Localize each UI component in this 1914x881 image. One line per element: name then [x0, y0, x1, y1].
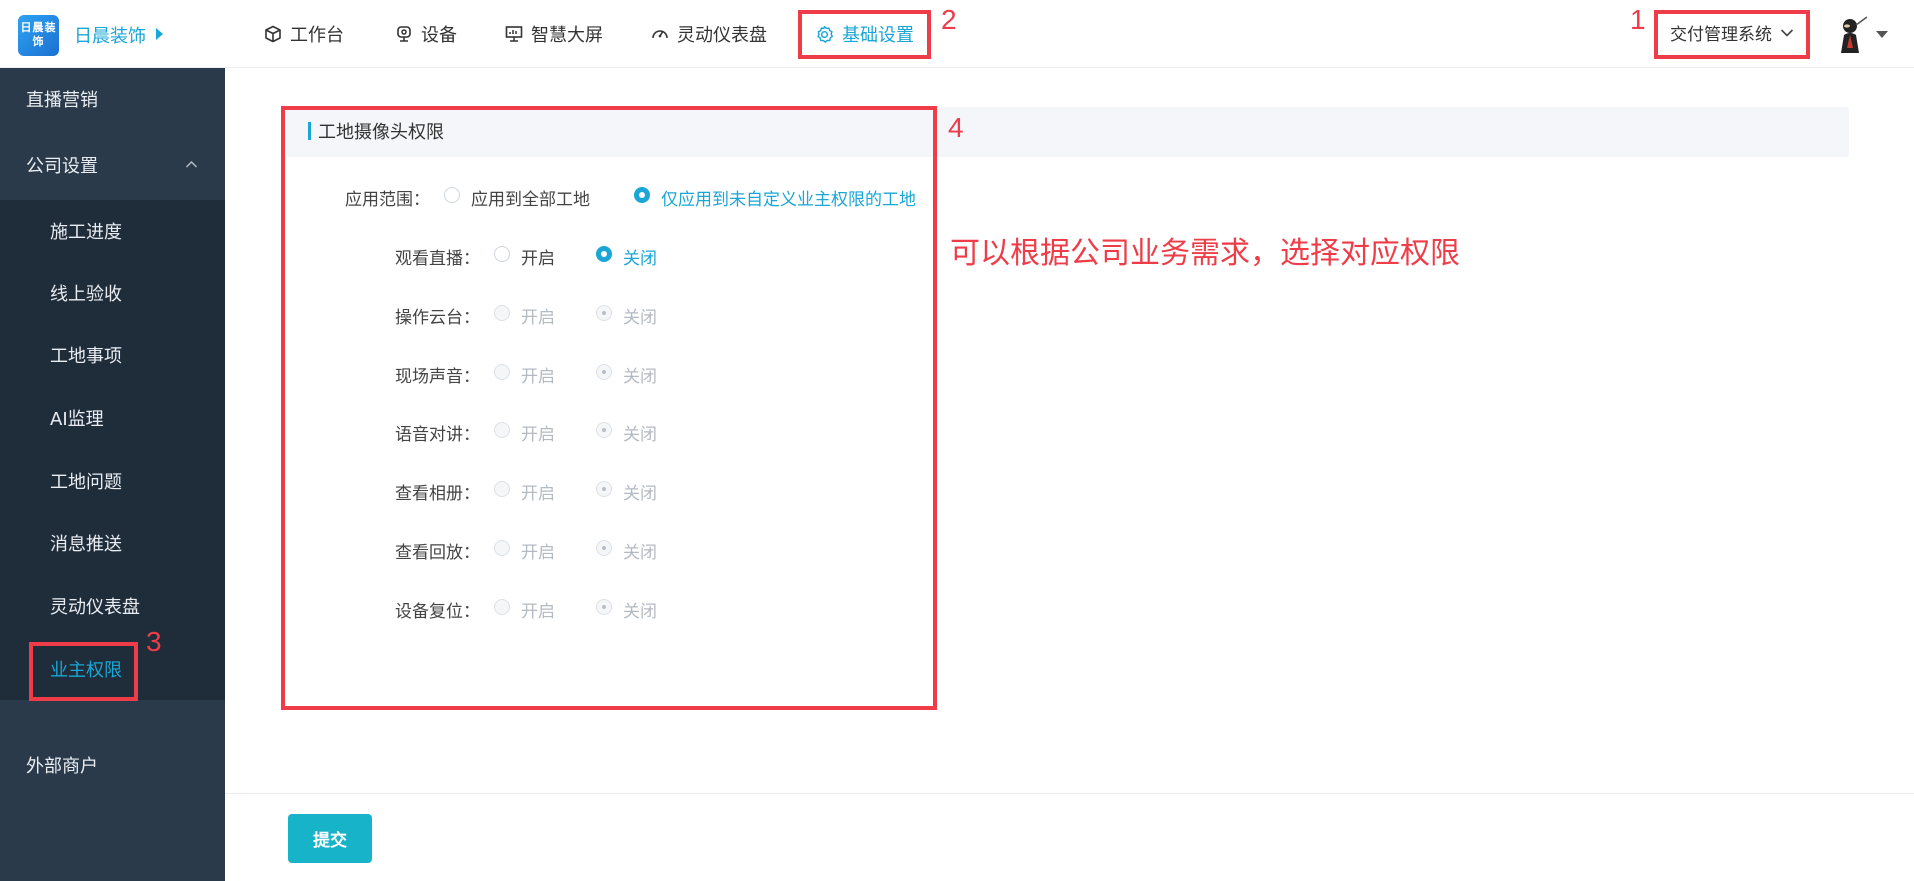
sidebar-item-label: 直播营销 — [26, 90, 98, 111]
submit-button[interactable]: 提交 — [288, 814, 372, 863]
nav-device[interactable]: 设备 — [395, 19, 457, 49]
annotation-note: 可以根据公司业务需求，选择对应权限 — [950, 236, 1460, 271]
sidebar-subitem-construction-progress[interactable]: 施工进度 — [0, 200, 225, 262]
sidebar-item-label: 工地问题 — [50, 472, 122, 493]
sidebar-item-live-marketing[interactable]: 直播营销 — [0, 68, 225, 130]
sidebar-subitem-message-push[interactable]: 消息推送 — [0, 512, 225, 574]
brand-name[interactable]: 日晨装饰 — [74, 22, 146, 48]
sidebar-item-label: 公司设置 — [26, 156, 98, 177]
sidebar-subitem-dashboard[interactable]: 灵动仪表盘 — [0, 575, 225, 637]
sidebar-item-label: 施工进度 — [50, 222, 122, 243]
user-avatar[interactable] — [1830, 13, 1870, 55]
annotation-number: 3 — [146, 626, 162, 657]
sidebar-submenu: 施工进度 线上验收 工地事项 AI监理 工地问题 消息推送 灵动仪表盘 业主权限 — [0, 200, 225, 700]
nav-label: 工作台 — [290, 25, 344, 46]
top-header: 日晨装饰 日晨装饰 工作台 设备 智慧大屏 灵动仪表盘 基础设置 交付管理系统 — [0, 0, 1914, 68]
footer-divider — [225, 793, 1914, 794]
annotation-number: 2 — [941, 4, 957, 35]
nav-workbench[interactable]: 工作台 — [264, 19, 344, 49]
camera-icon — [397, 26, 411, 42]
annotation-box-camera-permissions — [281, 106, 937, 710]
sidebar: 直播营销 公司设置 施工进度 线上验收 工地事项 AI监理 工地问题 消息推送 … — [0, 68, 225, 881]
sidebar-item-label: AI监理 — [50, 409, 104, 430]
sidebar-item-external-merchants[interactable]: 外部商户 — [0, 734, 225, 796]
sidebar-subitem-site-issues[interactable]: 工地问题 — [0, 450, 225, 512]
sidebar-subitem-online-acceptance[interactable]: 线上验收 — [0, 262, 225, 324]
sidebar-item-label: 消息推送 — [50, 534, 122, 555]
caret-right-icon[interactable] — [156, 28, 163, 40]
cube-icon — [265, 25, 281, 43]
gauge-icon — [652, 30, 668, 39]
annotation-number: 4 — [948, 112, 964, 143]
annotation-number: 1 — [1630, 4, 1646, 35]
nav-dashboard[interactable]: 灵动仪表盘 — [651, 19, 767, 49]
sidebar-item-label: 外部商户 — [26, 756, 98, 777]
sidebar-subitem-site-matters[interactable]: 工地事项 — [0, 324, 225, 386]
nav-label: 灵动仪表盘 — [677, 25, 767, 46]
nav-label: 设备 — [421, 25, 457, 46]
annotation-box-owner-permissions — [29, 642, 138, 701]
annotation-box-basic-settings — [798, 10, 931, 59]
monitor-icon — [505, 26, 523, 42]
sidebar-item-label: 线上验收 — [50, 284, 122, 305]
nav-big-screen[interactable]: 智慧大屏 — [505, 19, 603, 49]
nav-label: 智慧大屏 — [531, 25, 603, 46]
sidebar-subitem-ai-supervision[interactable]: AI监理 — [0, 387, 225, 449]
sidebar-item-label: 灵动仪表盘 — [50, 597, 140, 618]
annotation-box-system-select — [1654, 10, 1810, 59]
logo-text: 日晨装饰 — [20, 21, 57, 48]
chevron-up-icon — [186, 161, 197, 168]
sidebar-item-label: 工地事项 — [50, 346, 122, 367]
caret-down-icon[interactable] — [1876, 31, 1888, 38]
brand-logo[interactable]: 日晨装饰 — [18, 15, 59, 56]
sidebar-item-company-settings[interactable]: 公司设置 — [0, 134, 225, 196]
